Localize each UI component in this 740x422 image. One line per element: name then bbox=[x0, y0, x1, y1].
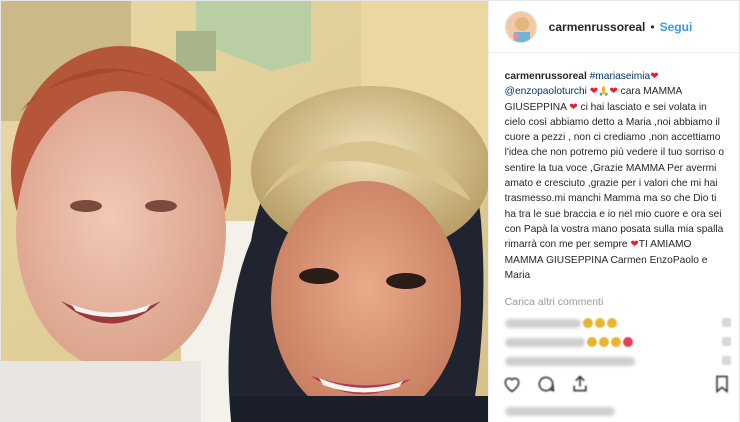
list-item bbox=[504, 315, 731, 331]
save-button[interactable] bbox=[711, 373, 733, 395]
separator-dot: • bbox=[650, 19, 655, 34]
selfie-image bbox=[1, 1, 488, 422]
avatar[interactable] bbox=[504, 10, 537, 43]
emoji-icon bbox=[598, 337, 609, 347]
load-more-comments[interactable]: Carica altri commenti bbox=[505, 296, 604, 308]
caption-mention[interactable]: @enzopaoloturchi bbox=[505, 86, 587, 97]
speech-bubble-icon bbox=[538, 376, 555, 392]
emoji-icon bbox=[610, 337, 621, 347]
like-comment-icon[interactable] bbox=[721, 337, 731, 346]
emoji-icon bbox=[586, 337, 597, 347]
caption-username[interactable]: carmenrussoreal bbox=[505, 71, 587, 82]
like-button[interactable] bbox=[501, 373, 523, 395]
follow-button[interactable]: Segui bbox=[660, 20, 693, 34]
caption-hashtag[interactable]: #mariaseimia bbox=[590, 71, 651, 82]
emoji-icon bbox=[582, 318, 593, 328]
red-heart-icon: ❤ bbox=[630, 239, 639, 251]
emoji-icon bbox=[606, 318, 617, 328]
post-photo[interactable] bbox=[1, 1, 488, 422]
bookmark-icon bbox=[715, 375, 728, 394]
comment-button[interactable] bbox=[535, 373, 557, 395]
post-caption: carmenrussoreal #mariaseimia❤ @enzopaolo… bbox=[505, 69, 729, 283]
emoji-icon bbox=[594, 318, 605, 328]
list-item bbox=[504, 334, 731, 350]
red-heart-icon: ❤ bbox=[589, 86, 599, 98]
blurred-comment bbox=[504, 337, 585, 347]
share-icon bbox=[573, 375, 587, 392]
caption-text: ci hai lasciato e sei volata in cielo co… bbox=[504, 101, 725, 251]
red-heart-icon: ❤ bbox=[609, 86, 618, 98]
likes-count[interactable] bbox=[504, 403, 615, 421]
emoji-icon bbox=[622, 337, 633, 347]
blurred-comment bbox=[504, 356, 635, 366]
post-actions bbox=[501, 373, 733, 395]
post-header: carmenrussoreal • Segui bbox=[488, 1, 739, 53]
comment-list bbox=[504, 315, 731, 372]
like-comment-icon[interactable] bbox=[721, 356, 731, 365]
praying-hands-icon: 🙏 bbox=[598, 86, 610, 97]
like-comment-icon[interactable] bbox=[721, 318, 731, 327]
red-heart-icon: ❤ bbox=[569, 101, 578, 113]
list-item bbox=[504, 353, 731, 369]
red-heart-icon: ❤ bbox=[650, 71, 659, 82]
instagram-post: carmenrussoreal • Segui carmenrussoreal … bbox=[0, 0, 740, 422]
blurred-comment bbox=[504, 318, 581, 328]
share-button[interactable] bbox=[569, 373, 591, 395]
username-link[interactable]: carmenrussoreal bbox=[549, 20, 646, 34]
heart-outline-icon bbox=[504, 377, 520, 393]
post-sidebar: carmenrussoreal • Segui carmenrussoreal … bbox=[487, 1, 739, 422]
blurred-likes bbox=[504, 407, 615, 416]
